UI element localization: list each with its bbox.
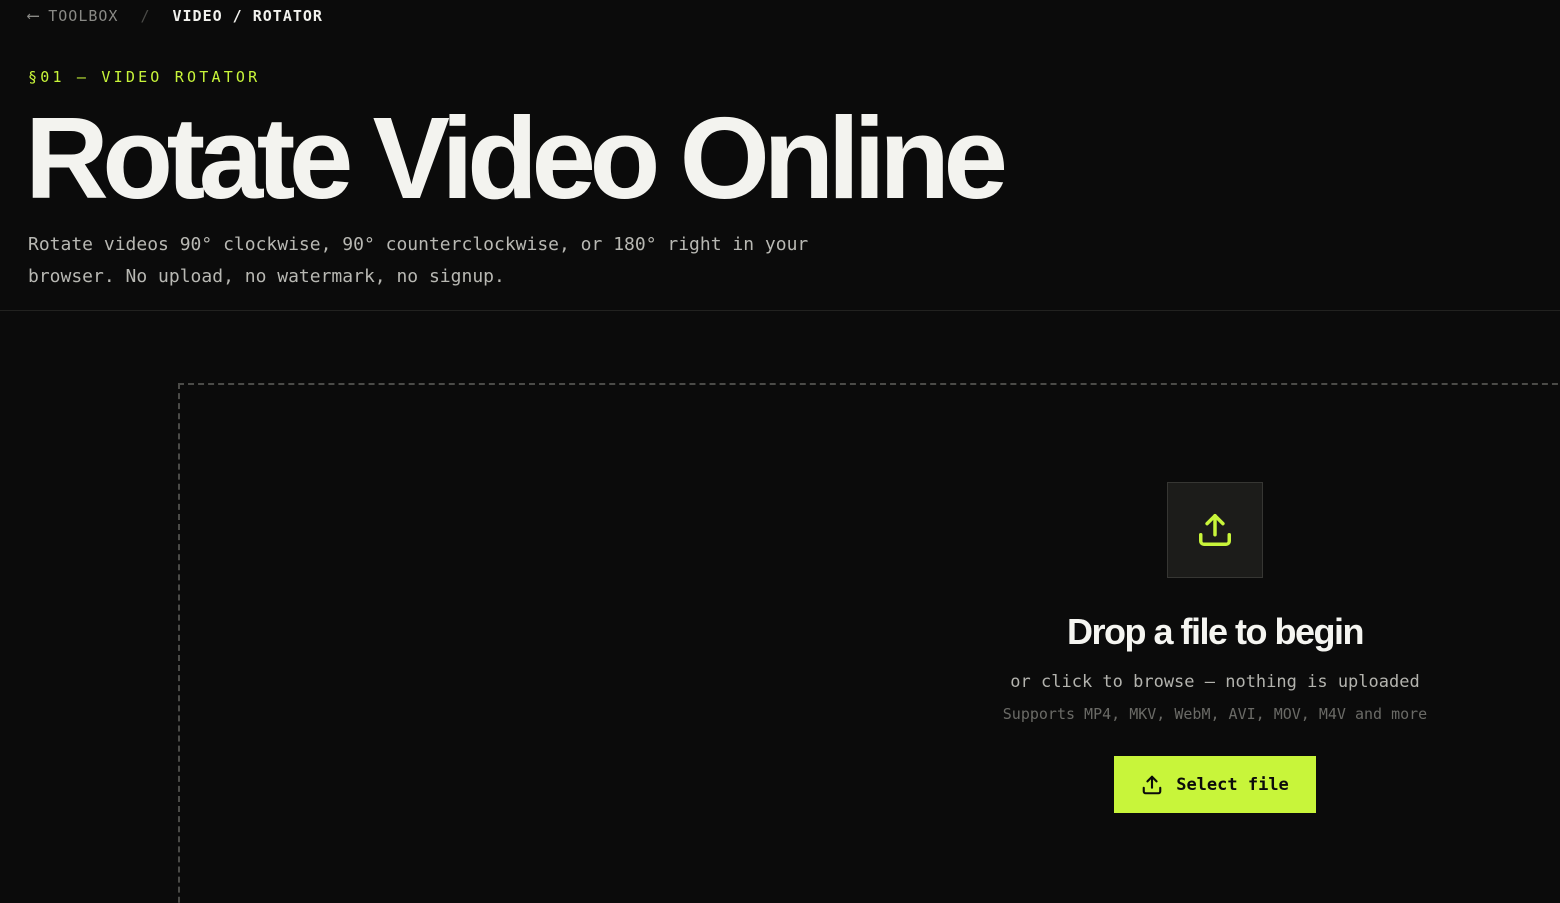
breadcrumb-current: VIDEO / ROTATOR <box>172 7 323 25</box>
back-arrow-icon: ⟵ <box>28 6 39 26</box>
breadcrumb-toolbox-label: TOOLBOX <box>48 7 119 25</box>
dropzone-subtext: or click to browse — nothing is uploaded <box>1010 672 1420 692</box>
upload-icon <box>1141 774 1163 796</box>
section-eyebrow: §01 — VIDEO ROTATOR <box>28 68 261 86</box>
breadcrumb: ⟵ TOOLBOX / VIDEO / ROTATOR <box>28 6 323 26</box>
select-file-label: Select file <box>1176 774 1289 795</box>
supported-formats: Supports MP4, MKV, WebM, AVI, MOV, M4V a… <box>1002 705 1428 723</box>
upload-icon-box <box>1167 482 1263 578</box>
breadcrumb-separator: / <box>140 7 151 25</box>
page-title: Rotate Video Online <box>25 93 1008 223</box>
select-file-button[interactable]: Select file <box>1114 756 1316 813</box>
page-subtitle: Rotate videos 90° clockwise, 90° counter… <box>28 234 809 287</box>
dropzone-heading: Drop a file to begin <box>1066 611 1365 652</box>
header-divider <box>0 310 1560 311</box>
breadcrumb-back-link[interactable]: ⟵ TOOLBOX <box>28 6 118 26</box>
upload-icon <box>1199 514 1231 546</box>
